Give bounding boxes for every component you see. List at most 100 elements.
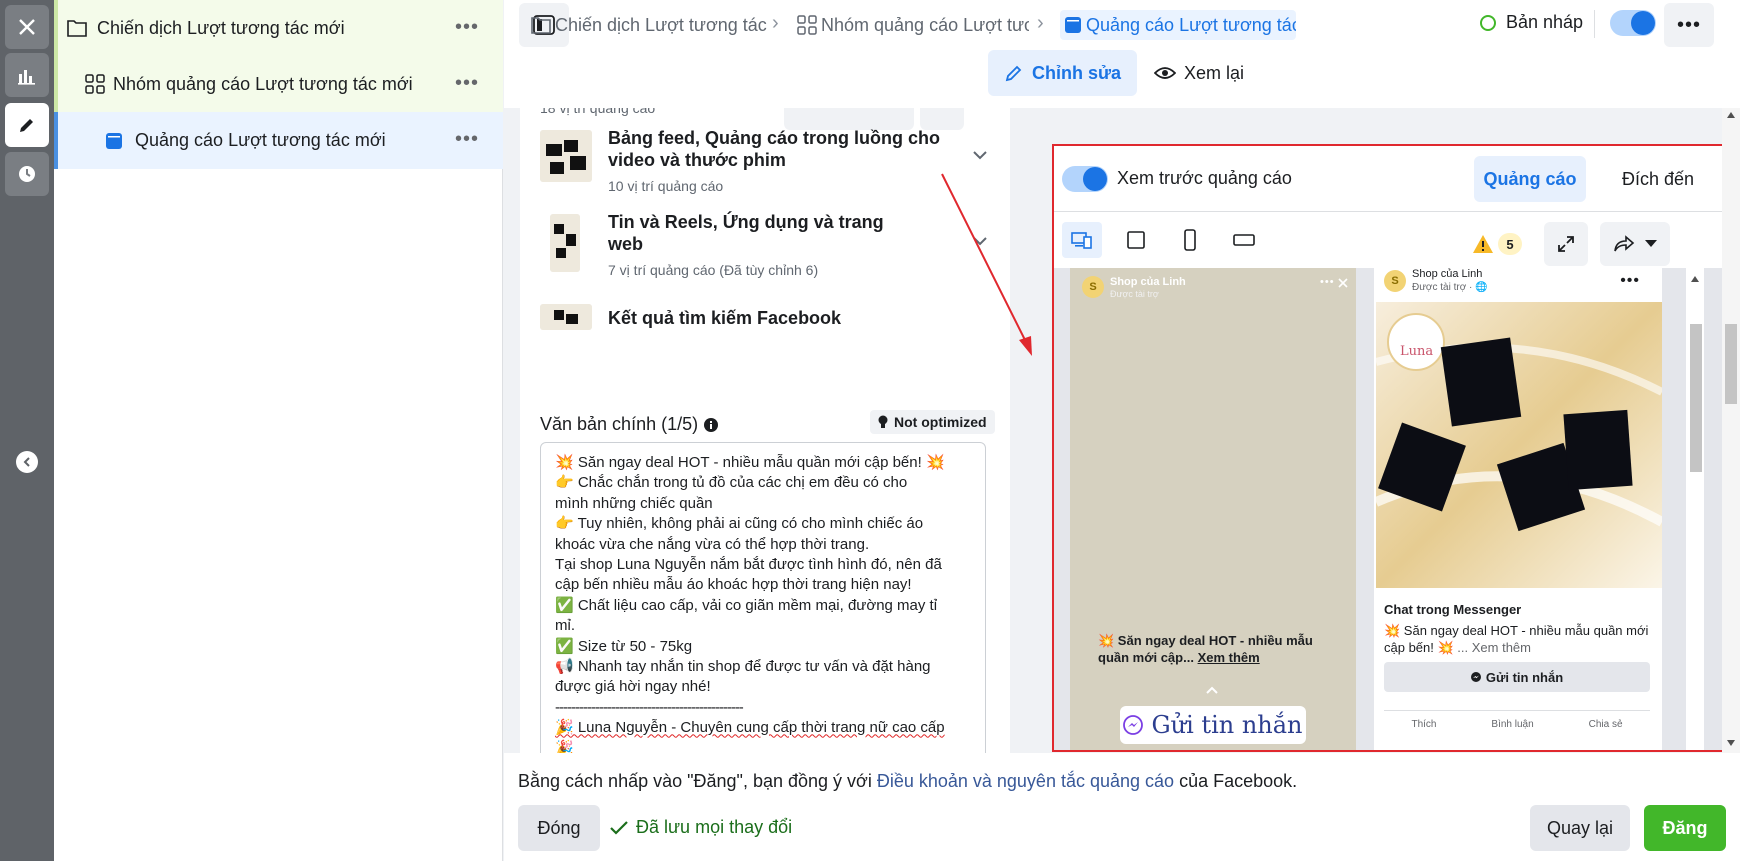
caret-down-icon [1645, 240, 1657, 247]
messenger-icon [1470, 672, 1481, 682]
not-optimized-badge: Not optimized [870, 410, 995, 434]
warning-count: 5 [1498, 233, 1522, 255]
folder-icon [531, 17, 551, 34]
close-button[interactable] [5, 5, 49, 49]
all-placements-view-button[interactable] [1062, 222, 1102, 258]
annotation-arrow [941, 173, 1032, 356]
placement-count: 10 vị trí quảng cáo [608, 178, 724, 194]
brand-logo: Luna [1400, 344, 1434, 359]
info-icon[interactable] [704, 417, 719, 432]
clock-icon [19, 166, 35, 182]
campaign-more-icon[interactable]: ••• [455, 17, 479, 37]
reporting-button[interactable] [5, 53, 49, 97]
messenger-icon [1123, 715, 1144, 735]
back-button[interactable]: Quay lại [1530, 805, 1630, 851]
preview-panel: Xem trước quảng cáo Quảng cáo Đích đến 5… [1034, 108, 1740, 753]
primary-text-label: Văn bản chính (1/5) [540, 414, 719, 435]
breadcrumb-adset[interactable]: Nhóm quảng cáo Lượt tương tác mới [797, 12, 1029, 38]
preview-scroll-thumb[interactable] [1690, 324, 1702, 472]
chevron-right-icon: › [772, 12, 779, 34]
close-editor-button[interactable]: Đóng [518, 805, 600, 851]
tab-ad[interactable]: Quảng cáo [1474, 156, 1586, 202]
top-header: Chiến dịch Lượt tương tác mới › Nhóm quả… [504, 0, 1740, 108]
total-placements: 18 vị trí quảng cáo [540, 108, 656, 116]
placement-thumbnail [540, 304, 592, 330]
story-sponsored: Được tài trợ [1110, 289, 1159, 299]
placement-title: web [608, 234, 644, 254]
edit-mode-button[interactable] [5, 103, 49, 147]
share-preview-button[interactable] [1600, 222, 1670, 266]
placement-thumbnail [540, 130, 592, 182]
publish-button[interactable]: Đăng [1644, 805, 1726, 851]
grid-icon [85, 74, 105, 94]
preview-toggle[interactable] [1062, 166, 1108, 192]
square-view-button[interactable] [1116, 222, 1156, 258]
comment-action: Bình luận [1491, 719, 1534, 730]
campaign-label: Chiến dịch Lượt tương tác mới [97, 17, 345, 38]
history-button[interactable] [5, 152, 49, 196]
feed-actions: Thích Bình luận Chia sẻ [1384, 710, 1650, 730]
placement-thumbnail [550, 214, 580, 272]
breadcrumb-campaign-label: Chiến dịch Lượt tương tác mới [555, 14, 769, 35]
placement-title: Bảng feed, Quảng cáo trong luồng cho [608, 128, 940, 148]
feed-more-icon: ••• [1620, 272, 1640, 289]
ad-preview-card: Xem trước quảng cáo Quảng cáo Đích đến 5… [1054, 146, 1722, 750]
adset-label: Nhóm quảng cáo Lượt tương tác mới [113, 73, 413, 94]
expand-preview-button[interactable] [1544, 222, 1588, 266]
placement-title: Kết quả tìm kiếm Facebook [608, 308, 842, 328]
placement-stories-reels[interactable]: Tin và Reels, Ứng dụng và trang web 7 vị… [540, 210, 1000, 280]
breadcrumb-ad-label: Quảng cáo Lượt tương tác mới [1086, 14, 1296, 35]
vertical-view-button[interactable] [1170, 222, 1210, 258]
feed-sponsored: Được tài trợ · 🌐 [1412, 282, 1488, 293]
tree-item-adset[interactable]: Nhóm quảng cáo Lượt tương tác mới ••• [54, 56, 503, 112]
eye-icon [1154, 67, 1176, 79]
tree-item-campaign[interactable]: Chiến dịch Lượt tương tác mới ••• [54, 0, 503, 56]
chevron-up-icon [1206, 686, 1218, 694]
warning-icon[interactable] [1472, 234, 1494, 254]
feed-ad-image: Luna [1374, 302, 1665, 588]
like-action: Thích [1411, 719, 1437, 730]
ad-more-icon[interactable]: ••• [455, 129, 479, 149]
story-caption: 💥 Săn ngay deal HOT - nhiều mẫu quần mới… [1098, 633, 1313, 665]
scroll-up-icon [1691, 276, 1699, 282]
story-page-info: S Shop của Linh Được tài trợ [1082, 276, 1186, 300]
scroll-up-icon [1727, 112, 1735, 118]
lightbulb-icon [878, 415, 888, 428]
placement-title: video và thước phim [608, 150, 786, 170]
preview-scrollbar[interactable] [1686, 268, 1704, 750]
save-status: Đã lưu mọi thay đổi [610, 817, 792, 838]
chart-icon [18, 70, 35, 85]
edit-mode-tab[interactable]: Chỉnh sửa [988, 50, 1138, 96]
collapse-rail-button[interactable] [16, 451, 38, 473]
grid-icon [797, 15, 817, 35]
adset-more-icon[interactable]: ••• [455, 73, 479, 93]
placement-feeds[interactable]: Bảng feed, Quảng cáo trong luồng cho vid… [540, 126, 1000, 196]
feed-page-info: S Shop của Linh Được tài trợ · 🌐 [1384, 268, 1488, 294]
feed-cta-title: Chat trong Messenger [1384, 602, 1522, 617]
feed-preview: S Shop của Linh Được tài trợ · 🌐 ••• Lun… [1374, 268, 1665, 750]
page-scroll-thumb[interactable] [1725, 324, 1737, 404]
divider [1594, 10, 1595, 38]
placement-search[interactable]: Kết quả tìm kiếm Facebook [540, 302, 1000, 334]
chevron-down-icon[interactable] [972, 150, 988, 160]
scroll-down-icon [1727, 740, 1735, 746]
header-more-button[interactable]: ••• [1664, 3, 1714, 47]
check-icon [610, 820, 628, 835]
tree-item-ad[interactable]: Quảng cáo Lượt tương tác mới ••• [54, 112, 503, 169]
draft-status: Bản nháp [1480, 12, 1583, 33]
close-icon [1338, 278, 1348, 288]
feed-send-message-button: Gửi tin nhắn [1384, 662, 1650, 692]
page-scrollbar[interactable] [1722, 108, 1740, 753]
breadcrumb-campaign[interactable]: Chiến dịch Lượt tương tác mới [531, 12, 769, 38]
status-dot-icon [1480, 14, 1496, 31]
tab-destination[interactable]: Đích đến [1602, 156, 1714, 202]
breadcrumb-ad[interactable]: Quảng cáo Lượt tương tác mới [1060, 10, 1296, 40]
terms-link[interactable]: Điều khoản và nguyên tắc quảng cáo [877, 771, 1174, 791]
landscape-view-button[interactable] [1224, 222, 1264, 258]
story-cta-button: Gửi tin nhắn [1120, 706, 1306, 744]
placement-count: 7 vị trí quảng cáo (Đã tùy chỉnh 6) [608, 262, 819, 278]
ad-active-toggle[interactable] [1610, 10, 1656, 36]
review-mode-tab[interactable]: Xem lại [1138, 50, 1260, 96]
preview-header: Xem trước quảng cáo Quảng cáo Đích đến [1054, 146, 1722, 212]
primary-text-input[interactable]: 💥 Săn ngay deal HOT - nhiều mẫu quần mới… [540, 442, 986, 753]
